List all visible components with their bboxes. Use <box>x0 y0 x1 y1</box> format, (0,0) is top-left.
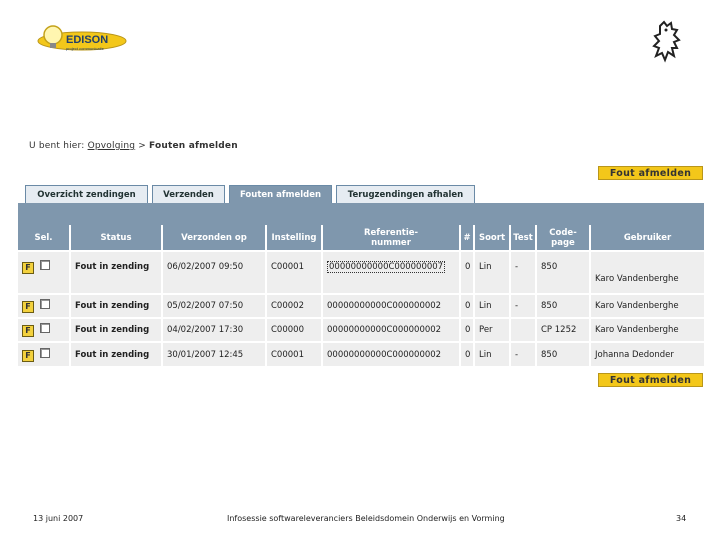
status-cell: Fout in zending <box>70 250 163 294</box>
num-cell: 0 <box>460 317 475 342</box>
sel-cell: F <box>18 341 71 366</box>
table-row: F Fout in zending 30/01/2007 12:45 C0000… <box>18 341 704 366</box>
ref-cell: 00000000000C000000002 <box>322 293 461 318</box>
table-row: F Fout in zending 06/02/2007 09:50 C0000… <box>18 250 704 294</box>
logo-subtitle: project communicatie <box>66 46 105 51</box>
breadcrumb-prefix: U bent hier: <box>29 141 85 151</box>
codepage-cell: 850 <box>536 341 591 366</box>
test-cell <box>510 317 537 342</box>
header-num[interactable]: # <box>460 225 475 251</box>
footer-date: 13 juni 2007 <box>33 514 84 523</box>
tab-content-bar <box>18 203 704 225</box>
header-status[interactable]: Status <box>70 225 163 251</box>
ref-cell: 00000000000C000000002 <box>322 341 461 366</box>
lightbulb-icon: EDISON project communicatie <box>37 25 127 51</box>
row-checkbox[interactable] <box>40 299 50 309</box>
user-cell: Karo Vandenberghe <box>590 250 704 294</box>
row-checkbox[interactable] <box>40 323 50 333</box>
error-file-icon[interactable]: F <box>22 325 34 337</box>
error-file-icon[interactable]: F <box>22 301 34 313</box>
instelling-cell: C00001 <box>266 250 323 294</box>
logo-text: EDISON <box>66 34 108 46</box>
ref-cell: 00000000000C000000002 <box>322 317 461 342</box>
ref-value-selected[interactable]: 00000000000C000000007 <box>327 261 446 273</box>
user-cell: Johanna Dedonder <box>590 341 704 366</box>
codepage-cell: CP 1252 <box>536 317 591 342</box>
sent-cell: 04/02/2007 17:30 <box>162 317 267 342</box>
flemish-lion-icon <box>650 20 686 64</box>
breadcrumb-separator: > <box>138 141 146 151</box>
sent-cell: 30/01/2007 12:45 <box>162 341 267 366</box>
instelling-cell: C00000 <box>266 317 323 342</box>
breadcrumb-current: Fouten afmelden <box>149 141 238 151</box>
num-cell: 0 <box>460 250 475 294</box>
header-instelling[interactable]: Instelling <box>266 225 323 251</box>
tab-overzicht-zendingen[interactable]: Overzicht zendingen <box>25 185 148 204</box>
table-row: F Fout in zending 04/02/2007 17:30 C0000… <box>18 317 704 342</box>
instelling-cell: C00002 <box>266 293 323 318</box>
num-cell: 0 <box>460 293 475 318</box>
header-gebruiker[interactable]: Gebruiker <box>590 225 704 251</box>
breadcrumb: U bent hier: Opvolging > Fouten afmelden <box>29 141 238 151</box>
tab-terugzendingen-afhalen[interactable]: Terugzendingen afhalen <box>336 185 475 204</box>
fouten-table: Sel. Status Verzonden op Instelling Refe… <box>18 225 704 366</box>
error-file-icon[interactable]: F <box>22 349 34 362</box>
num-cell: 0 <box>460 341 475 366</box>
user-cell: Karo Vandenberghe <box>590 293 704 318</box>
status-cell: Fout in zending <box>70 317 163 342</box>
row-checkbox[interactable] <box>40 260 50 270</box>
codepage-cell: 850 <box>536 250 591 294</box>
codepage-cell: 850 <box>536 293 591 318</box>
header-test[interactable]: Test <box>510 225 537 251</box>
fout-afmelden-button-bottom[interactable]: Fout afmelden <box>598 373 703 387</box>
test-cell: - <box>510 293 537 318</box>
status-cell: Fout in zending <box>70 293 163 318</box>
soort-cell: Lin <box>474 341 511 366</box>
tab-verzenden[interactable]: Verzenden <box>152 185 225 204</box>
footer-page-number: 34 <box>676 514 687 523</box>
header-verzonden-op[interactable]: Verzonden op <box>162 225 267 251</box>
sel-cell: F <box>18 250 71 294</box>
header-code-line2: page <box>551 237 575 248</box>
header-sel[interactable]: Sel. <box>18 225 71 251</box>
breadcrumb-link-opvolging[interactable]: Opvolging <box>88 141 136 151</box>
sent-cell: 06/02/2007 09:50 <box>162 250 267 294</box>
instelling-cell: C00001 <box>266 341 323 366</box>
sent-cell: 05/02/2007 07:50 <box>162 293 267 318</box>
header-codepage[interactable]: Code-page <box>536 225 591 251</box>
row-checkbox[interactable] <box>40 347 50 358</box>
fout-afmelden-button-top[interactable]: Fout afmelden <box>598 166 703 180</box>
soort-cell: Lin <box>474 293 511 318</box>
header-ref-line1: Referentie- <box>363 227 419 238</box>
table-header-row: Sel. Status Verzonden op Instelling Refe… <box>18 225 704 251</box>
tab-fouten-afmelden[interactable]: Fouten afmelden <box>229 185 332 204</box>
test-cell: - <box>510 250 537 294</box>
error-file-icon[interactable]: F <box>22 262 34 274</box>
ref-cell: 00000000000C000000007 <box>322 250 461 294</box>
status-cell: Fout in zending <box>70 341 163 366</box>
sel-cell: F <box>18 293 71 318</box>
soort-cell: Lin <box>474 250 511 294</box>
edison-logo: EDISON project communicatie <box>36 24 128 56</box>
user-cell: Karo Vandenberghe <box>590 317 704 342</box>
sel-cell: F <box>18 317 71 342</box>
test-cell: - <box>510 341 537 366</box>
header-code-line1: Code- <box>549 227 577 238</box>
header-soort[interactable]: Soort <box>474 225 511 251</box>
footer-title: Infosessie softwareleveranciers Beleidsd… <box>227 514 505 523</box>
header-referentienummer[interactable]: Referentie-nummer <box>322 225 461 251</box>
table-row: F Fout in zending 05/02/2007 07:50 C0000… <box>18 293 704 318</box>
soort-cell: Per <box>474 317 511 342</box>
header-ref-line2: nummer <box>371 237 411 248</box>
